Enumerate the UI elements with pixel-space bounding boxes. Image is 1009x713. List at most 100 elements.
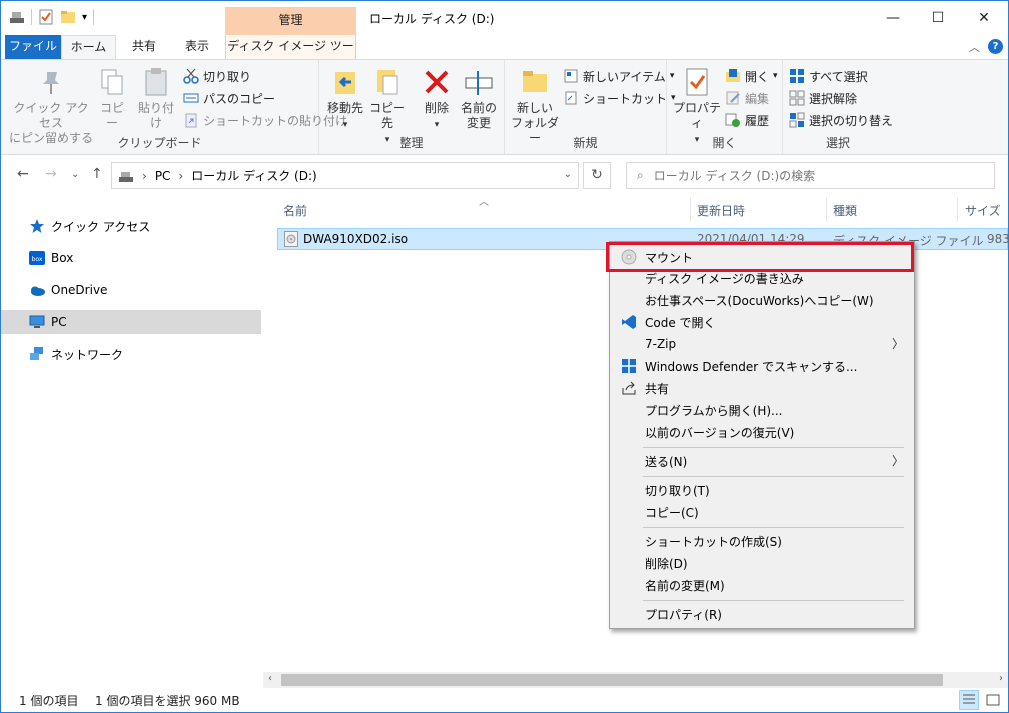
address-dropdown-icon[interactable]: ⌄	[564, 169, 572, 180]
title-bar: ▾ 管理 ローカル ディスク (D:) — ☐ ✕	[1, 1, 1008, 35]
column-divider[interactable]	[826, 198, 827, 222]
column-header-name[interactable]: 名前	[283, 202, 307, 219]
cut-button[interactable]: 切り取り	[183, 66, 251, 86]
tab-home[interactable]: ホーム	[61, 35, 116, 59]
menu-separator	[643, 447, 904, 448]
file-size: 983,	[987, 232, 1009, 246]
menu-item-share[interactable]: 共有	[612, 377, 912, 399]
tab-share[interactable]: 共有	[117, 35, 171, 59]
menu-item-send-to[interactable]: 送る(N) 〉	[612, 450, 912, 472]
forward-arrow-icon[interactable]: →	[45, 166, 57, 182]
menu-item-properties[interactable]: プロパティ(R)	[612, 603, 912, 625]
cut-label: 切り取り	[203, 69, 252, 84]
pin-icon	[35, 66, 67, 98]
refresh-button[interactable]: ↻	[583, 162, 611, 189]
properties-label: プロパティ	[672, 101, 721, 130]
tab-view[interactable]: 表示	[171, 35, 223, 59]
invert-selection-button[interactable]: 選択の切り替え	[789, 110, 893, 130]
edit-icon	[725, 90, 741, 106]
open-icon	[725, 68, 741, 84]
breadcrumb-separator-icon: ›	[142, 168, 147, 183]
tab-file[interactable]: ファイル	[5, 35, 61, 59]
menu-item-rename[interactable]: 名前の変更(M)	[612, 574, 912, 596]
help-icon[interactable]: ?	[988, 39, 1003, 54]
scroll-left-icon[interactable]: ‹	[268, 673, 272, 684]
scrollbar-thumb[interactable]	[281, 674, 943, 686]
nav-item-box[interactable]: box Box	[1, 246, 261, 270]
open-button[interactable]: 開く ▾	[725, 66, 778, 86]
menu-item-open-with[interactable]: プログラムから開く(H)...	[612, 399, 912, 421]
large-icons-view-icon[interactable]	[983, 690, 1003, 710]
copy-to-icon	[371, 66, 403, 98]
up-arrow-icon[interactable]: ↑	[91, 166, 103, 182]
minimize-button[interactable]: —	[870, 1, 916, 35]
select-none-button[interactable]: 選択解除	[789, 88, 857, 108]
qat-dropdown-icon[interactable]: ▾	[82, 12, 87, 23]
breadcrumb-pc[interactable]: PC	[155, 169, 171, 183]
paste-button[interactable]: 貼り付け	[133, 66, 179, 131]
navigation-pane: クイック アクセス box Box OneDrive PC ネットワーク	[1, 194, 263, 674]
breadcrumb-drive[interactable]: ローカル ディスク (D:)	[191, 167, 316, 184]
tab-disk-image-tools[interactable]: ディスク イメージ ツール	[225, 35, 356, 75]
network-icon	[29, 346, 45, 362]
close-button[interactable]: ✕	[961, 1, 1007, 35]
computer-icon	[29, 314, 45, 330]
menu-item-copy[interactable]: コピー(C)	[612, 501, 912, 523]
properties-check-icon[interactable]	[38, 9, 54, 25]
recent-locations-icon[interactable]: ⌄	[71, 169, 79, 180]
menu-item-7zip[interactable]: 7-Zip 〉	[612, 333, 912, 355]
menu-item-copy-to-docuworks[interactable]: お仕事スペース(DocuWorks)へコピー(W)	[612, 289, 912, 311]
rename-button[interactable]: 名前の 変更	[459, 66, 499, 131]
menu-item-defender-scan[interactable]: Windows Defender でスキャンする...	[612, 355, 912, 377]
details-view-icon[interactable]	[959, 690, 979, 710]
star-icon	[29, 218, 45, 234]
select-none-label: 選択解除	[809, 91, 858, 106]
menu-label: プログラムから開く(H)...	[645, 403, 783, 418]
address-bar[interactable]: › PC › ローカル ディスク (D:) ⌄	[111, 162, 579, 189]
nav-item-pc[interactable]: PC	[1, 310, 261, 334]
column-header-size[interactable]: サイズ	[965, 202, 1001, 219]
manage-context-header: 管理	[225, 7, 356, 35]
nav-item-onedrive[interactable]: OneDrive	[1, 278, 261, 302]
status-bar: 1 個の項目 1 個の項目を選択 960 MB	[1, 688, 1008, 712]
column-divider[interactable]	[690, 198, 691, 222]
select-all-button[interactable]: すべて選択	[789, 66, 868, 86]
sort-ascending-icon: ︿	[479, 197, 489, 208]
copy-button[interactable]: コピー	[95, 66, 129, 131]
move-to-button[interactable]: 移動先 ▾	[325, 66, 365, 133]
collapse-ribbon-icon[interactable]: ︿	[969, 39, 980, 55]
scroll-right-icon[interactable]: ›	[999, 673, 1003, 684]
menu-item-delete[interactable]: 削除(D)	[612, 552, 912, 574]
search-input[interactable]: ⌕ ローカル ディスク (D:)の検索	[626, 162, 995, 189]
horizontal-scrollbar[interactable]: ‹ ›	[263, 672, 1008, 688]
nav-item-network[interactable]: ネットワーク	[1, 342, 261, 366]
vscode-icon	[621, 314, 637, 330]
cloud-icon	[29, 282, 45, 298]
delete-button[interactable]: 削除 ▾	[419, 66, 455, 133]
menu-item-create-shortcut[interactable]: ショートカットの作成(S)	[612, 530, 912, 552]
file-name: DWA910XD02.iso	[303, 232, 409, 246]
edit-label: 編集	[745, 91, 770, 106]
column-divider[interactable]	[957, 198, 958, 222]
menu-item-restore-versions[interactable]: 以前のバージョンの復元(V)	[612, 421, 912, 443]
history-button[interactable]: 履歴	[725, 110, 769, 130]
column-header-modified[interactable]: 更新日時	[697, 202, 745, 219]
menu-item-burn-disc-image[interactable]: ディスク イメージの書き込み	[612, 267, 912, 289]
easy-access-button[interactable]: ショートカット ▾	[563, 88, 676, 108]
edit-button[interactable]: 編集	[725, 88, 769, 108]
copy-path-button[interactable]: パスのコピー	[183, 88, 275, 108]
menu-item-open-with-code[interactable]: Code で開く	[612, 311, 912, 333]
nav-label: クイック アクセス	[51, 219, 151, 234]
back-arrow-icon[interactable]: ←	[17, 166, 29, 182]
column-header-type[interactable]: 種類	[833, 202, 857, 219]
open-group: プロパティ ▾ 開く ▾ 編集 履歴 開く	[667, 60, 783, 154]
drive-icon[interactable]	[9, 9, 25, 25]
menu-item-cut[interactable]: 切り取り(T)	[612, 479, 912, 501]
maximize-button[interactable]: ☐	[915, 1, 961, 35]
nav-item-quick-access[interactable]: クイック アクセス	[1, 214, 261, 238]
new-folder-icon[interactable]	[60, 9, 76, 25]
new-item-button[interactable]: 新しいアイテム ▾	[563, 66, 674, 86]
qat-divider	[93, 9, 95, 25]
new-group-label: 新規	[573, 136, 598, 150]
rename-label-2: 変更	[466, 116, 491, 130]
